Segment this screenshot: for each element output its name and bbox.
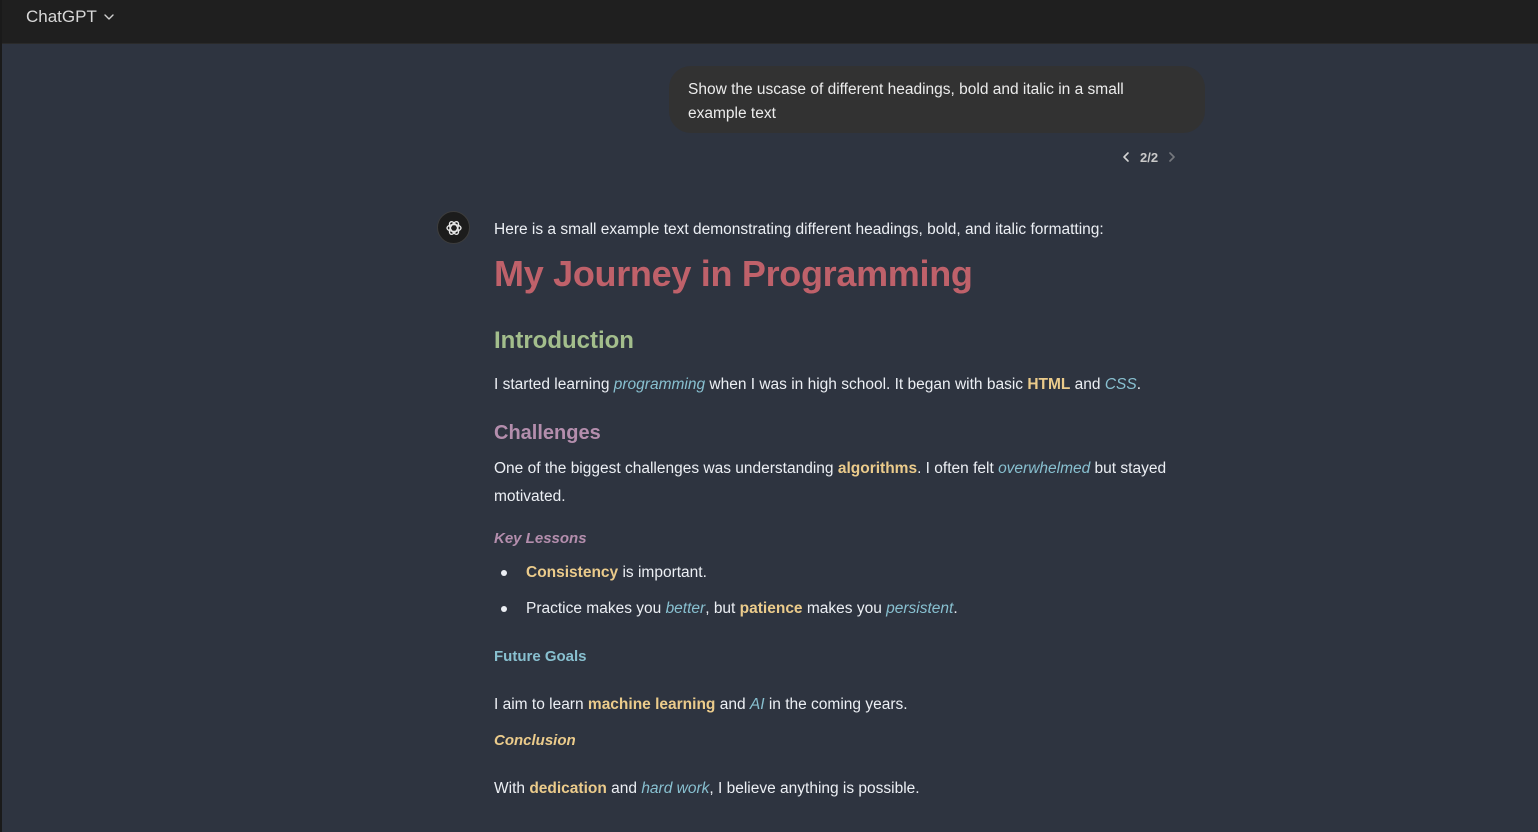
italic-text: better — [665, 600, 706, 617]
top-bar — [0, 0, 1538, 44]
paragraph-conclusion: With dedication and hard work, I believe… — [494, 777, 920, 801]
heading-3: Challenges — [494, 422, 601, 444]
italic-text: CSS — [1104, 376, 1137, 393]
chevron-down-icon — [103, 11, 115, 23]
openai-logo-icon — [445, 220, 462, 235]
user-message-bubble: Show the uscase of different headings, b… — [669, 66, 1205, 133]
text: With — [494, 780, 530, 797]
heading-5: Future Goals — [494, 648, 587, 665]
bold-text: patience — [739, 600, 803, 617]
text: . — [1136, 376, 1142, 393]
bold-text: dedication — [529, 780, 607, 797]
lessons-list: Consistency is important. Practice makes… — [494, 561, 958, 633]
list-item: Practice makes you better, but patience … — [494, 597, 958, 633]
heading-2: Introduction — [494, 327, 634, 354]
text: when I was in high school. It began with… — [705, 376, 1028, 393]
bold-text: Consistency — [526, 564, 619, 581]
text: I aim to learn — [494, 696, 588, 713]
text: makes you — [802, 600, 887, 617]
text: is important. — [618, 564, 707, 581]
user-message-text: Show the uscase of different headings, b… — [688, 81, 1124, 122]
model-switcher[interactable]: ChatGPT — [26, 6, 115, 28]
paragraph-challenges: One of the biggest challenges was unders… — [494, 455, 1194, 511]
heading-4: Key Lessons — [494, 530, 587, 547]
list-item: Consistency is important. — [494, 561, 958, 597]
paragraph-future-goals: I aim to learn machine learning and AI i… — [494, 693, 908, 717]
text: , but — [705, 600, 740, 617]
bold-text: machine learning — [587, 696, 716, 713]
bold-text: algorithms — [837, 460, 918, 477]
model-name: ChatGPT — [26, 7, 97, 26]
text: and — [1070, 376, 1105, 393]
assistant-avatar — [437, 211, 470, 244]
text: One of the biggest challenges was unders… — [494, 460, 838, 477]
heading-1: My Journey in Programming — [494, 253, 973, 294]
text: in the coming years. — [764, 696, 908, 713]
italic-text: AI — [749, 696, 765, 713]
chevron-right-icon — [1169, 152, 1175, 162]
text: I started learning — [494, 376, 614, 393]
bold-text: HTML — [1027, 376, 1071, 393]
heading-6: Conclusion — [494, 732, 576, 749]
italic-text: overwhelmed — [998, 460, 1091, 477]
text: Practice makes you — [526, 600, 666, 617]
pager-count: 2/2 — [1140, 149, 1159, 165]
text: . — [953, 600, 958, 617]
sidebar-edge — [0, 0, 2, 832]
chevron-left-icon — [1123, 152, 1129, 162]
bullet-icon — [501, 570, 507, 576]
next-response-button[interactable] — [1164, 146, 1180, 168]
text: , I believe anything is possible. — [709, 780, 920, 797]
intro-text: Here is a small example text demonstrati… — [494, 221, 1104, 238]
bullet-icon — [501, 606, 507, 612]
italic-text: hard work — [641, 780, 710, 797]
text: and — [715, 696, 750, 713]
text: and — [606, 780, 642, 797]
italic-text: programming — [613, 376, 706, 393]
italic-text: persistent — [886, 600, 954, 617]
previous-response-button[interactable] — [1118, 146, 1134, 168]
text: . I often felt — [917, 460, 999, 477]
response-pager: 2/2 — [1118, 146, 1180, 168]
paragraph-introduction: I started learning programming when I wa… — [494, 373, 1141, 397]
